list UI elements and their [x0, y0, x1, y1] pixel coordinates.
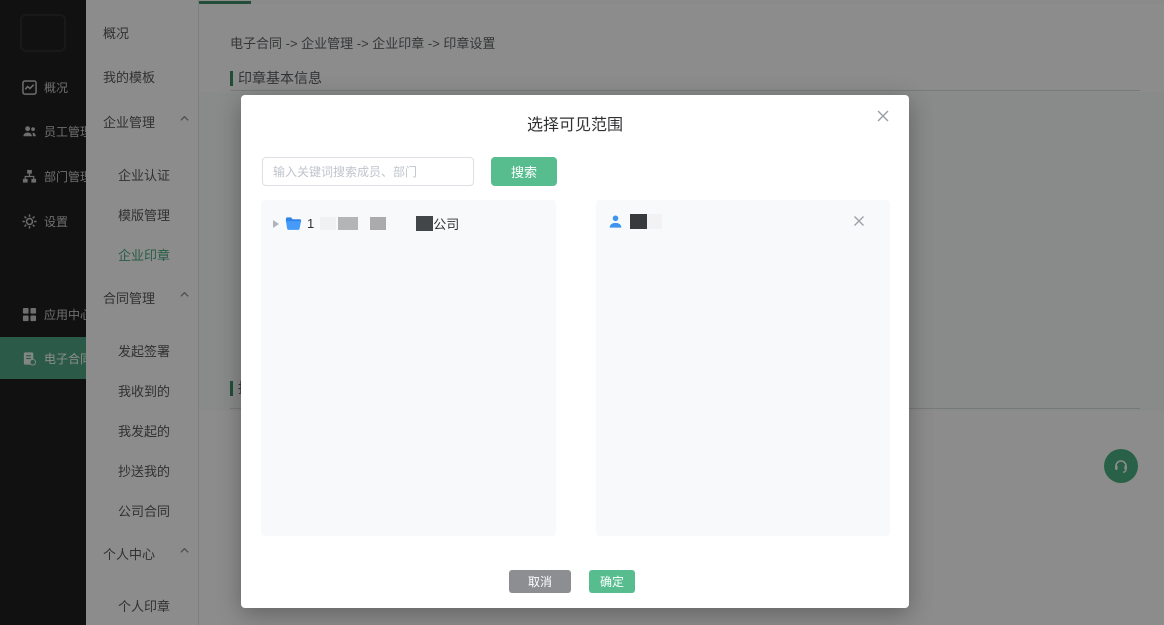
redacted-block	[416, 216, 433, 231]
tree-node-label-prefix: 1	[307, 216, 314, 231]
cancel-button[interactable]: 取消	[509, 570, 571, 593]
selected-member-row	[608, 214, 880, 229]
dialog-title: 选择可见范围	[241, 111, 909, 135]
select-visible-scope-dialog: 选择可见范围 搜索 1 公司 取消 确定	[241, 95, 909, 608]
search-input[interactable]	[262, 157, 474, 186]
redacted-block	[630, 214, 647, 229]
folder-icon	[285, 216, 302, 231]
close-icon[interactable]	[875, 108, 891, 124]
person-icon	[608, 214, 623, 229]
org-tree-panel: 1 公司	[261, 200, 556, 536]
selected-members-panel	[596, 200, 890, 536]
remove-icon[interactable]	[852, 214, 866, 228]
redacted-block	[338, 217, 358, 230]
redacted-block	[320, 217, 336, 230]
search-button[interactable]: 搜索	[491, 157, 557, 186]
redacted-block	[370, 217, 386, 230]
tree-node-company[interactable]: 1 公司	[273, 214, 546, 233]
redacted-block	[647, 214, 662, 229]
expand-caret-icon[interactable]	[273, 220, 279, 228]
confirm-button[interactable]: 确定	[589, 570, 635, 593]
tree-node-label-suffix: 公司	[433, 214, 459, 233]
